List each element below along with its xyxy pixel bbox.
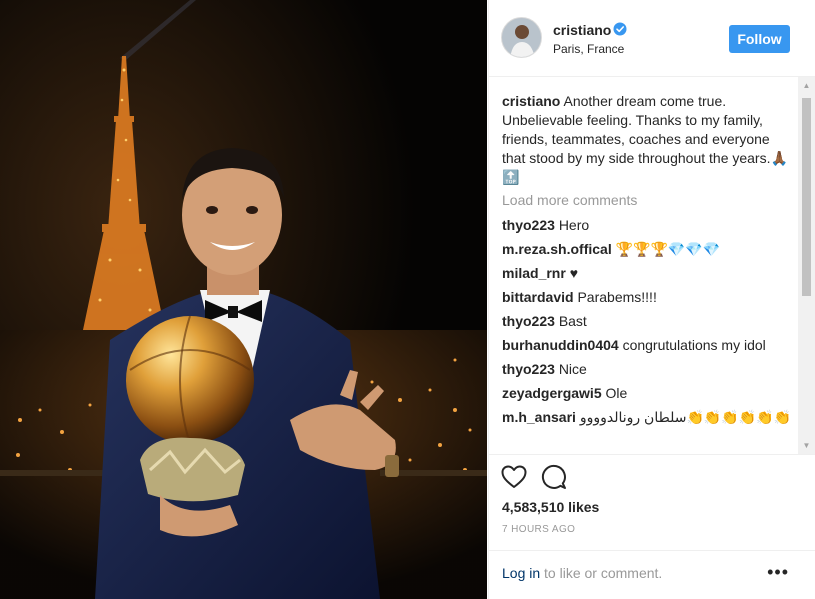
- comment-text: Hero: [558, 217, 590, 233]
- comments-section[interactable]: cristiano Another dream come true. Unbel…: [489, 77, 815, 455]
- follow-button[interactable]: Follow: [729, 25, 790, 53]
- comments-scrollbar[interactable]: ▲ ▼: [798, 77, 815, 454]
- likes-count[interactable]: 4,583,510 likes: [502, 499, 599, 515]
- comment-username[interactable]: bittardavid: [502, 289, 574, 305]
- comment-item: milad_rnr ♥: [502, 264, 794, 283]
- comment-text: سلطان رونالدوووو👏👏👏👏👏👏: [579, 409, 792, 425]
- scroll-up-arrow-icon[interactable]: ▲: [798, 77, 815, 94]
- heart-icon[interactable]: [501, 464, 527, 490]
- scrollbar-thumb[interactable]: [802, 98, 811, 296]
- comment-item: thyo223 Nice: [502, 360, 794, 379]
- verified-badge-icon: [613, 22, 627, 36]
- comment-username[interactable]: milad_rnr: [502, 265, 566, 281]
- instagram-post: cristiano Paris, France Follow cristiano…: [0, 0, 815, 599]
- comment-text: 🏆🏆🏆💎💎💎: [615, 241, 721, 257]
- scroll-down-arrow-icon[interactable]: ▼: [798, 437, 815, 454]
- comment-text: congrutulations my idol: [622, 337, 766, 353]
- comment-username[interactable]: thyo223: [502, 217, 555, 233]
- comment-item: burhanuddin0404 congrutulations my idol: [502, 336, 794, 355]
- post-timestamp[interactable]: 7 HOURS AGO: [502, 524, 575, 535]
- post-caption: cristiano Another dream come true. Unbel…: [502, 92, 794, 187]
- comment-username[interactable]: m.reza.sh.offical: [502, 241, 612, 257]
- post-photo[interactable]: [0, 0, 487, 599]
- comment-text: Ole: [605, 385, 628, 401]
- login-link[interactable]: Log in: [502, 565, 540, 581]
- caption-username[interactable]: cristiano: [502, 93, 560, 109]
- comment-username[interactable]: thyo223: [502, 361, 555, 377]
- location-link[interactable]: Paris, France: [553, 42, 624, 56]
- comment-item: m.h_ansari سلطان رونالدوووو👏👏👏👏👏👏: [502, 408, 794, 427]
- comments-list: cristiano Another dream come true. Unbel…: [502, 92, 794, 432]
- login-suffix: to like or comment.: [540, 565, 663, 581]
- comment-item: zeyadgergawi5 Ole: [502, 384, 794, 403]
- post-header: cristiano Paris, France Follow: [489, 0, 815, 77]
- load-more-comments-link[interactable]: Load more comments: [502, 191, 794, 210]
- login-prompt: Log in to like or comment.: [502, 565, 662, 581]
- comment-item: thyo223 Bast: [502, 312, 794, 331]
- comment-item: bittardavid Parabems!!!!: [502, 288, 794, 307]
- comment-item: m.reza.sh.offical 🏆🏆🏆💎💎💎: [502, 240, 794, 259]
- comment-text: Bast: [558, 313, 587, 329]
- comment-username[interactable]: zeyadgergawi5: [502, 385, 602, 401]
- photo-illustration: [0, 0, 487, 599]
- comment-username[interactable]: burhanuddin0404: [502, 337, 619, 353]
- post-footer: Log in to like or comment. •••: [489, 550, 815, 599]
- comment-item: thyo223 Hero: [502, 216, 794, 235]
- comment-text: Nice: [558, 361, 587, 377]
- comment-username[interactable]: thyo223: [502, 313, 555, 329]
- comment-icon[interactable]: [541, 464, 567, 490]
- avatar-icon: [502, 18, 541, 57]
- comment-username[interactable]: m.h_ansari: [502, 409, 576, 425]
- more-options-icon[interactable]: •••: [767, 563, 789, 581]
- comment-text: ♥: [569, 265, 579, 281]
- avatar[interactable]: [501, 17, 542, 58]
- header-username[interactable]: cristiano: [553, 22, 611, 38]
- comment-text: Parabems!!!!: [577, 289, 657, 305]
- post-sidebar: cristiano Paris, France Follow cristiano…: [488, 0, 815, 599]
